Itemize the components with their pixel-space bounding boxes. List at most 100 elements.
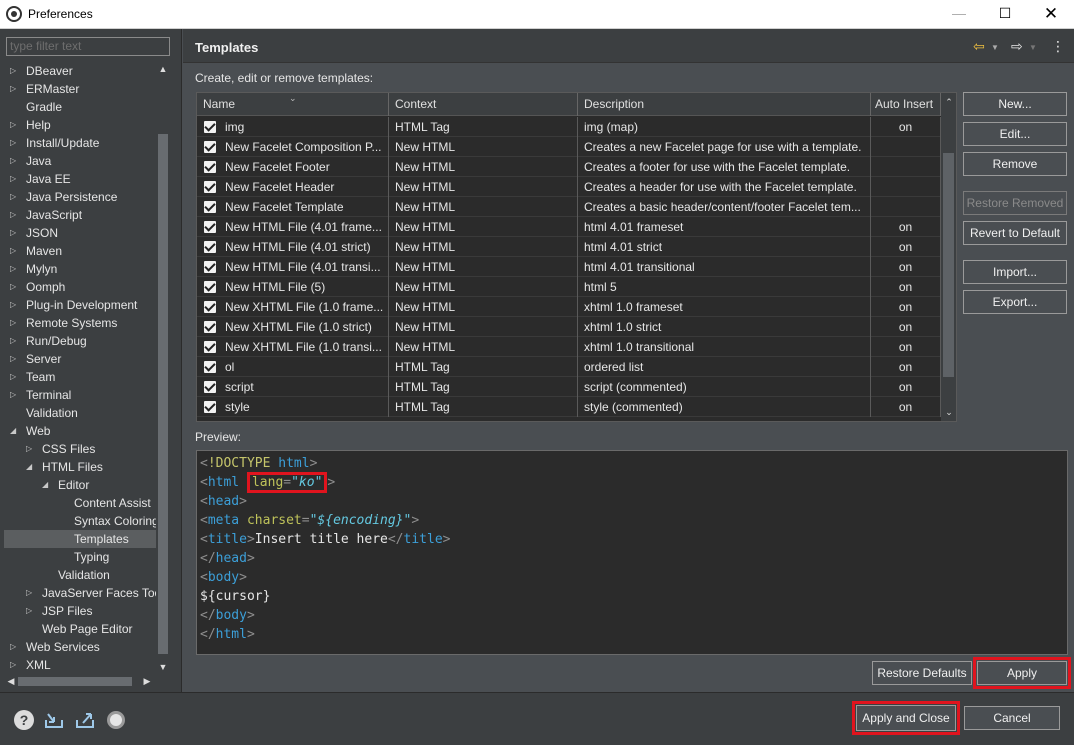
enabled-checkbox[interactable] xyxy=(204,381,216,393)
tree-item-run-debug[interactable]: ▷ Run/Debug xyxy=(4,332,156,350)
expand-arrow-icon[interactable]: ▷ xyxy=(10,116,20,134)
collapse-arrow-icon[interactable]: ◢ xyxy=(26,458,36,476)
remove-button[interactable]: Remove xyxy=(963,152,1067,176)
tree-item-typing[interactable]: Typing xyxy=(4,548,156,566)
column-header-auto-insert[interactable]: Auto Insert xyxy=(871,93,941,116)
expand-arrow-icon[interactable]: ▷ xyxy=(10,278,20,296)
apply-and-close-button[interactable]: Apply and Close xyxy=(852,701,960,735)
scroll-down-icon[interactable]: ▼ xyxy=(156,660,170,674)
expand-arrow-icon[interactable]: ▷ xyxy=(10,350,20,368)
close-button[interactable]: ✕ xyxy=(1028,0,1074,29)
cancel-button[interactable]: Cancel xyxy=(964,706,1060,730)
tree-item-maven[interactable]: ▷ Maven xyxy=(4,242,156,260)
enabled-checkbox[interactable] xyxy=(204,121,216,133)
expand-arrow-icon[interactable]: ▷ xyxy=(26,584,36,602)
scroll-thumb[interactable] xyxy=(158,134,168,654)
tree-item-web-services[interactable]: ▷ Web Services xyxy=(4,638,156,656)
templates-table[interactable]: Name ⌄ Context Description Auto Insert i… xyxy=(196,92,957,422)
view-menu-icon[interactable]: ⋮ xyxy=(1051,38,1065,55)
expand-arrow-icon[interactable]: ▷ xyxy=(10,62,20,80)
expand-arrow-icon[interactable]: ▷ xyxy=(10,296,20,314)
tree-vertical-scrollbar[interactable]: ▲ ▼ xyxy=(156,62,170,674)
table-row[interactable]: ol HTML Tag ordered list on xyxy=(197,357,941,377)
scroll-thumb[interactable] xyxy=(18,677,132,686)
table-row[interactable]: New Facelet Header New HTML Creates a head… xyxy=(197,177,941,197)
expand-arrow-icon[interactable]: ▷ xyxy=(10,260,20,278)
tree-item-javaserver-faces-tools[interactable]: ▷ JavaServer Faces Tools xyxy=(4,584,156,602)
table-row[interactable]: New HTML File (4.01 strict) New HTML html … xyxy=(197,237,941,257)
enabled-checkbox[interactable] xyxy=(204,141,216,153)
restore-defaults-button[interactable]: Restore Defaults xyxy=(872,661,972,685)
maximize-button[interactable]: ☐ xyxy=(982,0,1028,29)
enabled-checkbox[interactable] xyxy=(204,241,216,253)
tree-item-templates[interactable]: Templates xyxy=(4,530,156,548)
scroll-right-icon[interactable]: ▶ xyxy=(140,674,154,688)
help-icon[interactable]: ? xyxy=(14,710,34,730)
import-button[interactable]: Import... xyxy=(963,260,1067,284)
enabled-checkbox[interactable] xyxy=(204,361,216,373)
expand-arrow-icon[interactable]: ▷ xyxy=(10,206,20,224)
table-vertical-scrollbar[interactable]: ⌃ ⌄ xyxy=(941,93,956,421)
template-preview[interactable]: <!DOCTYPE html> <html lang="ko" > <head> <me… xyxy=(196,450,1068,655)
table-row[interactable]: img HTML Tag img (map) on xyxy=(197,117,941,137)
tree-item-java-ee[interactable]: ▷ Java EE xyxy=(4,170,156,188)
tree-item-syntax-coloring[interactable]: Syntax Coloring xyxy=(4,512,156,530)
tree-item-team[interactable]: ▷ Team xyxy=(4,368,156,386)
tree-item-server[interactable]: ▷ Server xyxy=(4,350,156,368)
column-header-context[interactable]: Context xyxy=(389,93,578,116)
expand-arrow-icon[interactable]: ▷ xyxy=(10,638,20,656)
scroll-up-icon[interactable]: ⌃ xyxy=(942,95,956,109)
tree-item-remote-systems[interactable]: ▷ Remote Systems xyxy=(4,314,156,332)
enabled-checkbox[interactable] xyxy=(204,401,216,413)
enabled-checkbox[interactable] xyxy=(204,201,216,213)
tree-item-xml[interactable]: ▷ XML xyxy=(4,656,156,674)
tree-item-validation[interactable]: Validation xyxy=(4,566,156,584)
tree-item-ermaster[interactable]: ▷ ERMaster xyxy=(4,80,156,98)
expand-arrow-icon[interactable]: ▷ xyxy=(10,80,20,98)
enabled-checkbox[interactable] xyxy=(204,281,216,293)
filter-input[interactable]: type filter text xyxy=(6,37,170,56)
tree-item-oomph[interactable]: ▷ Oomph xyxy=(4,278,156,296)
tree-item-dbeaver[interactable]: ▷ DBeaver xyxy=(4,62,156,80)
expand-arrow-icon[interactable]: ▷ xyxy=(26,602,36,620)
minimize-button[interactable]: — xyxy=(936,0,982,29)
enabled-checkbox[interactable] xyxy=(204,301,216,313)
forward-arrow-icon[interactable]: ⇨ xyxy=(1011,38,1023,55)
table-row[interactable]: New Facelet Composition P... New HTML Crea… xyxy=(197,137,941,157)
forward-dropdown-icon[interactable]: ▼ xyxy=(1029,43,1037,52)
new-button[interactable]: New... xyxy=(963,92,1067,116)
expand-arrow-icon[interactable]: ▷ xyxy=(26,440,36,458)
collapse-arrow-icon[interactable]: ◢ xyxy=(10,422,20,440)
expand-arrow-icon[interactable]: ▷ xyxy=(10,188,20,206)
tree-item-css-files[interactable]: ▷ CSS Files xyxy=(4,440,156,458)
edit-button[interactable]: Edit... xyxy=(963,122,1067,146)
scroll-down-icon[interactable]: ⌄ xyxy=(942,405,956,419)
record-icon[interactable] xyxy=(107,711,125,729)
table-row[interactable]: New HTML File (4.01 transi... New HTML htm… xyxy=(197,257,941,277)
tree-item-mylyn[interactable]: ▷ Mylyn xyxy=(4,260,156,278)
table-row[interactable]: style HTML Tag style (commented) on xyxy=(197,397,941,417)
collapse-arrow-icon[interactable]: ◢ xyxy=(42,476,52,494)
tree-horizontal-scrollbar[interactable]: ◀ ▶ xyxy=(4,674,156,689)
tree-item-content-assist[interactable]: Content Assist xyxy=(4,494,156,512)
tree-item-editor[interactable]: ◢ Editor xyxy=(4,476,156,494)
tree-item-html-files[interactable]: ◢ HTML Files xyxy=(4,458,156,476)
enabled-checkbox[interactable] xyxy=(204,341,216,353)
expand-arrow-icon[interactable]: ▷ xyxy=(10,314,20,332)
expand-arrow-icon[interactable]: ▷ xyxy=(10,242,20,260)
enabled-checkbox[interactable] xyxy=(204,181,216,193)
export-button[interactable]: Export... xyxy=(963,290,1067,314)
table-row[interactable]: New XHTML File (1.0 strict) New HTML xhtml… xyxy=(197,317,941,337)
export-icon[interactable] xyxy=(75,710,95,730)
expand-arrow-icon[interactable]: ▷ xyxy=(10,170,20,188)
expand-arrow-icon[interactable]: ▷ xyxy=(10,332,20,350)
expand-arrow-icon[interactable]: ▷ xyxy=(10,134,20,152)
expand-arrow-icon[interactable]: ▷ xyxy=(10,386,20,404)
expand-arrow-icon[interactable]: ▷ xyxy=(10,368,20,386)
table-row[interactable]: New Facelet Template New HTML Creates a ba… xyxy=(197,197,941,217)
tree-item-gradle[interactable]: Gradle xyxy=(4,98,156,116)
tree-item-javascript[interactable]: ▷ JavaScript xyxy=(4,206,156,224)
revert-to-default-button[interactable]: Revert to Default xyxy=(963,221,1067,245)
tree-item-terminal[interactable]: ▷ Terminal xyxy=(4,386,156,404)
column-header-name[interactable]: Name ⌄ xyxy=(197,93,389,116)
